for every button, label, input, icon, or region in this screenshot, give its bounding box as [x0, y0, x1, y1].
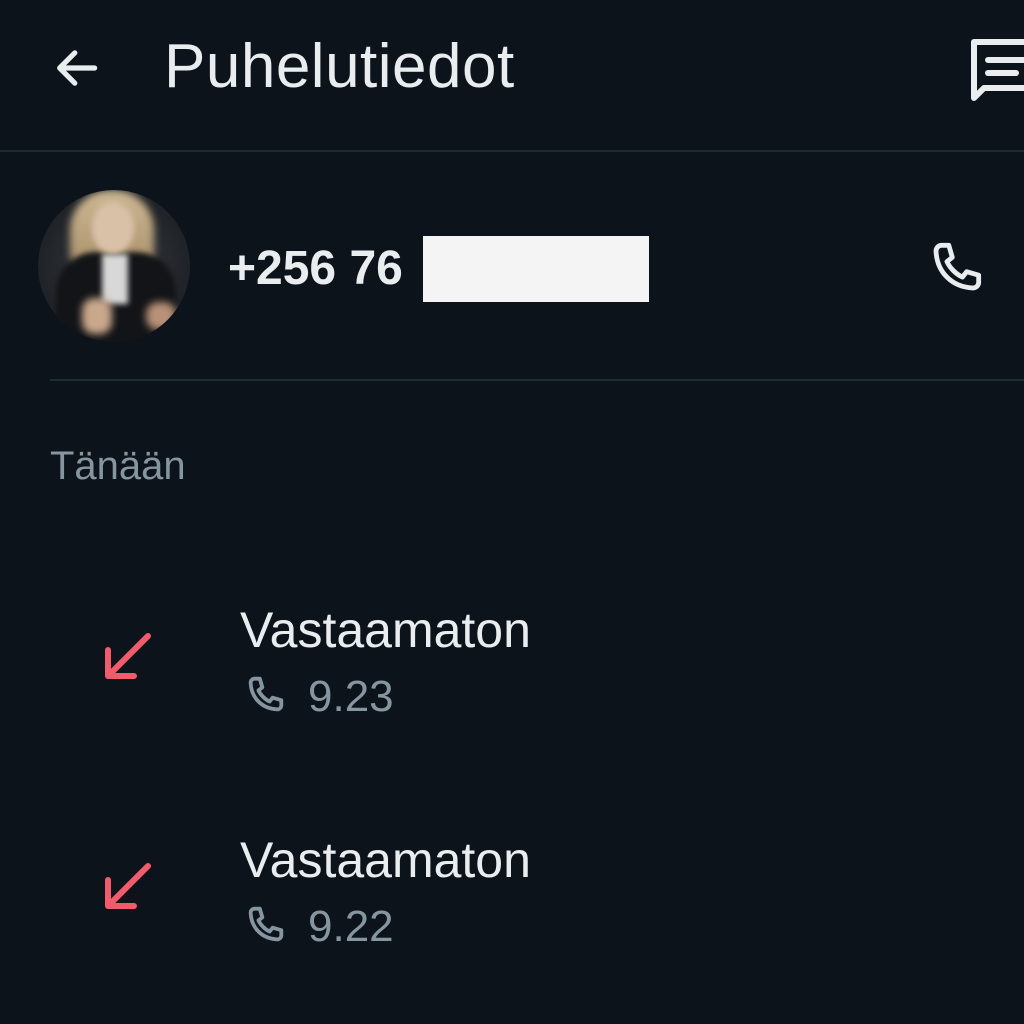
- missed-call-arrow-icon: [105, 863, 151, 909]
- back-button[interactable]: [36, 28, 116, 108]
- call-button[interactable]: [916, 228, 996, 308]
- app-bar: Puhelutiedot: [0, 0, 1024, 152]
- phone-icon: [248, 676, 284, 712]
- divider: [50, 379, 1024, 381]
- redaction-box: [423, 236, 649, 302]
- missed-call-arrow-icon: [105, 633, 151, 679]
- phone-icon: [248, 906, 284, 942]
- arrow-left-icon: [57, 50, 98, 86]
- message-icon: [971, 39, 1024, 101]
- call-status: Vastaamaton: [240, 832, 531, 888]
- contact-row: +256 76: [0, 152, 1024, 380]
- call-entry[interactable]: Vastaamaton 9.22: [0, 820, 1024, 990]
- call-status: Vastaamaton: [240, 602, 531, 658]
- section-header-today: Tänään: [50, 444, 186, 488]
- call-time: 9.23: [308, 672, 394, 721]
- message-button[interactable]: [960, 28, 1024, 108]
- page-title: Puhelutiedot: [164, 32, 515, 101]
- call-entry[interactable]: Vastaamaton 9.23: [0, 590, 1024, 760]
- phone-icon: [933, 242, 982, 291]
- call-time: 9.22: [308, 902, 394, 951]
- avatar[interactable]: [38, 190, 190, 342]
- contact-phone-number: +256 76: [228, 242, 403, 295]
